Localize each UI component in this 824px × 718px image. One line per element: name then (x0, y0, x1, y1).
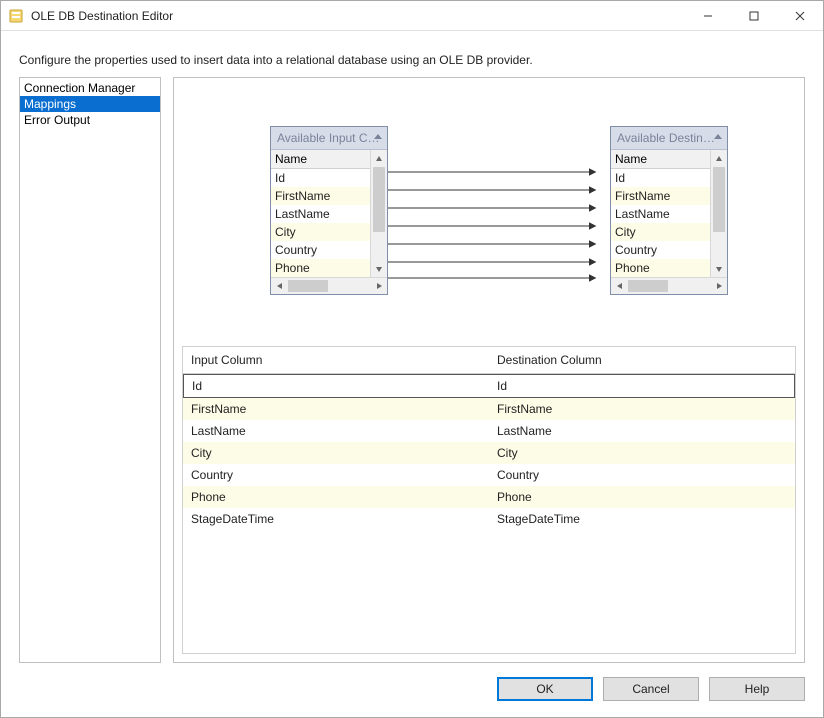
scroll-track[interactable] (288, 278, 370, 294)
list-item[interactable]: Id (611, 169, 710, 187)
cancel-button[interactable]: Cancel (603, 677, 699, 701)
list-item[interactable]: Country (271, 241, 370, 259)
window-title: OLE DB Destination Editor (31, 9, 685, 23)
scroll-up-icon[interactable] (711, 150, 727, 167)
column-header-input[interactable]: Input Column (183, 347, 489, 373)
table-row[interactable]: LastName LastName (183, 420, 795, 442)
horizontal-scrollbar[interactable] (611, 277, 727, 294)
table-row[interactable]: StageDateTime StageDateTime (183, 508, 795, 530)
nav-item-error-output[interactable]: Error Output (20, 112, 160, 128)
table-row[interactable]: Id Id (183, 374, 795, 398)
scroll-up-icon[interactable] (371, 150, 387, 167)
window-controls (685, 1, 823, 30)
titlebar: OLE DB Destination Editor (1, 1, 823, 31)
cell-input[interactable]: StageDateTime (183, 508, 489, 530)
help-button[interactable]: Help (709, 677, 805, 701)
cell-destination[interactable]: Phone (489, 486, 795, 508)
cell-destination[interactable]: City (489, 442, 795, 464)
list-item[interactable]: Id (271, 169, 370, 187)
cell-input[interactable]: Phone (183, 486, 489, 508)
cell-destination[interactable]: FirstName (489, 398, 795, 420)
cell-input[interactable]: City (183, 442, 489, 464)
cell-destination[interactable]: Id (489, 375, 794, 397)
input-columns-list[interactable]: Name Id FirstName LastName City Country … (271, 150, 370, 277)
scroll-track[interactable] (371, 167, 387, 260)
list-item[interactable]: Phone (271, 259, 370, 277)
mapping-table[interactable]: Input Column Destination Column Id Id Fi… (182, 346, 796, 654)
list-item[interactable]: FirstName (611, 187, 710, 205)
cell-destination[interactable]: Country (489, 464, 795, 486)
list-item[interactable]: FirstName (271, 187, 370, 205)
nav-panel: Connection Manager Mappings Error Output (19, 77, 161, 663)
scroll-left-icon[interactable] (611, 278, 628, 294)
list-item[interactable]: LastName (611, 205, 710, 223)
cell-destination[interactable]: StageDateTime (489, 508, 795, 530)
scroll-right-icon[interactable] (710, 278, 727, 294)
scroll-thumb[interactable] (288, 280, 328, 292)
scroll-track[interactable] (628, 278, 710, 294)
list-item[interactable]: Country (611, 241, 710, 259)
ok-button[interactable]: OK (497, 677, 593, 701)
app-icon (9, 8, 25, 24)
list-header[interactable]: Name (611, 150, 710, 169)
list-item[interactable]: LastName (271, 205, 370, 223)
list-item[interactable]: Phone (611, 259, 710, 277)
list-item[interactable]: City (271, 223, 370, 241)
dialog-window: OLE DB Destination Editor Configure the … (0, 0, 824, 718)
nav-item-mappings[interactable]: Mappings (20, 96, 160, 112)
nav-item-connection-manager[interactable]: Connection Manager (20, 80, 160, 96)
button-bar: OK Cancel Help (1, 667, 823, 717)
vertical-scrollbar[interactable] (710, 150, 727, 277)
box-header: Available Input Co... (271, 127, 387, 150)
minimize-button[interactable] (685, 1, 731, 30)
list-item[interactable]: City (611, 223, 710, 241)
scroll-thumb[interactable] (713, 167, 725, 232)
available-destination-columns-box[interactable]: Available Destinati... Name Id FirstName… (610, 126, 728, 295)
cell-input[interactable]: Id (184, 375, 489, 397)
cell-input[interactable]: Country (183, 464, 489, 486)
available-input-columns-box[interactable]: Available Input Co... Name Id FirstName … (270, 126, 388, 295)
cell-input[interactable]: FirstName (183, 398, 489, 420)
scroll-track[interactable] (711, 167, 727, 260)
dialog-description: Configure the properties used to insert … (1, 31, 823, 77)
cell-destination[interactable]: LastName (489, 420, 795, 442)
cell-input[interactable]: LastName (183, 420, 489, 442)
maximize-button[interactable] (731, 1, 777, 30)
close-button[interactable] (777, 1, 823, 30)
box-header: Available Destinati... (611, 127, 727, 150)
mapping-diagram: Available Input Co... Name Id FirstName … (174, 78, 804, 340)
table-row[interactable]: FirstName FirstName (183, 398, 795, 420)
list-header[interactable]: Name (271, 150, 370, 169)
scroll-down-icon[interactable] (711, 260, 727, 277)
main-panel: Available Input Co... Name Id FirstName … (173, 77, 805, 663)
scroll-thumb[interactable] (373, 167, 385, 232)
table-header-row: Input Column Destination Column (183, 347, 795, 374)
table-row[interactable]: City City (183, 442, 795, 464)
destination-columns-list[interactable]: Name Id FirstName LastName City Country … (611, 150, 710, 277)
column-header-destination[interactable]: Destination Column (489, 347, 795, 373)
scroll-thumb[interactable] (628, 280, 668, 292)
scroll-right-icon[interactable] (370, 278, 387, 294)
scroll-left-icon[interactable] (271, 278, 288, 294)
scroll-down-icon[interactable] (371, 260, 387, 277)
horizontal-scrollbar[interactable] (271, 277, 387, 294)
table-row[interactable]: Country Country (183, 464, 795, 486)
table-row[interactable]: Phone Phone (183, 486, 795, 508)
vertical-scrollbar[interactable] (370, 150, 387, 277)
content-area: Connection Manager Mappings Error Output (1, 77, 823, 667)
